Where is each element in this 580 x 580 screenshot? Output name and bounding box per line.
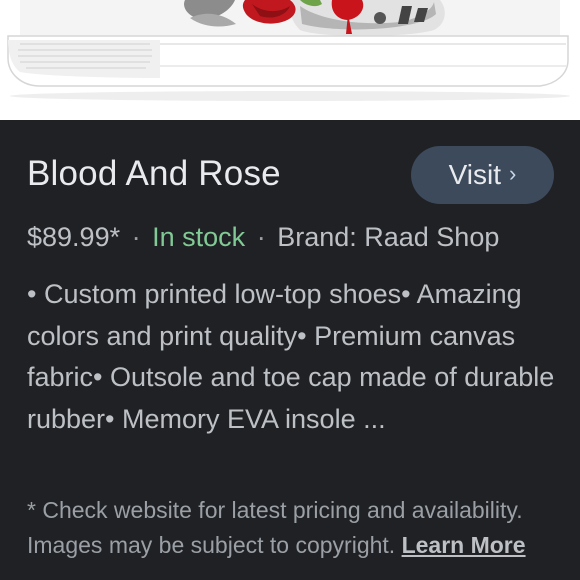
product-image[interactable] <box>0 0 580 120</box>
product-title: Blood And Rose <box>27 154 281 193</box>
shopping-product-card: Blood And Rose Visit › $89.99* · In stoc… <box>0 0 580 580</box>
product-description: • Custom printed low-top shoes• Amazing … <box>27 279 555 434</box>
product-details-panel: Blood And Rose Visit › $89.99* · In stoc… <box>0 120 580 580</box>
chevron-right-icon: › <box>509 161 517 186</box>
product-price: $89.99* <box>27 222 121 252</box>
stock-status: In stock <box>152 222 246 252</box>
product-brand: Brand: Raad Shop <box>277 222 500 252</box>
shoe-illustration <box>7 0 570 101</box>
meta-separator: · <box>131 222 141 252</box>
visit-button[interactable]: Visit › <box>411 146 554 204</box>
meta-separator: · <box>256 222 266 252</box>
learn-more-link[interactable]: Learn More <box>402 532 526 558</box>
product-meta-row: $89.99* · In stock · Brand: Raad Shop <box>27 222 499 253</box>
visit-button-label: Visit <box>448 159 502 190</box>
pricing-disclaimer: * Check website for latest pricing and a… <box>27 493 567 562</box>
